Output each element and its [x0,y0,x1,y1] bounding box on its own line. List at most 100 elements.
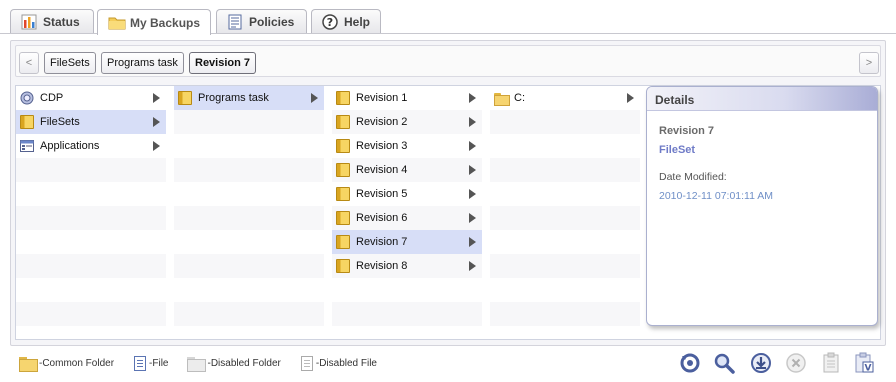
row-stripe [490,110,640,134]
common-folder-icon [18,355,38,372]
tab-my-backups[interactable]: My Backups [97,9,211,35]
clipboard-icon[interactable] [820,352,842,374]
search-icon[interactable] [713,352,735,374]
browser-column-revision-contents: C: [490,86,640,339]
delete-icon[interactable] [785,352,807,374]
folder-icon [20,115,34,129]
row-stripe [16,206,166,230]
breadcrumb-item-revision[interactable]: Revision 7 [189,52,257,74]
row-stripe [174,302,324,326]
details-item-type: FileSet [659,144,696,156]
folder-icon [336,115,350,129]
legend-common-folder: -Common Folder [18,355,115,372]
list-item-revision-7[interactable]: Revision 7 [332,230,482,254]
tab-status[interactable]: Status [10,9,94,34]
list-item-programs-task[interactable]: Programs task [174,86,324,110]
expand-arrow-icon [469,237,476,247]
expand-arrow-icon [469,165,476,175]
expand-arrow-icon [311,93,318,103]
question-icon: ? [322,14,338,30]
details-date-label: Date Modified: [659,171,727,183]
row-stripe [490,158,640,182]
list-item-applications[interactable]: Applications [16,134,166,158]
cdp-icon [20,91,34,105]
folder-icon [336,187,350,201]
disabled-folder-icon [186,355,207,372]
expand-arrow-icon [469,213,476,223]
legend-label: -Common Folder [39,357,115,369]
legend-label: -Disabled File [315,357,377,369]
backups-panel: < FileSets Programs task Revision 7 > CD… [10,40,886,346]
list-item-label: Revision 8 [356,260,408,272]
verify-icon[interactable]: V [853,352,875,374]
row-stripe [174,110,324,134]
list-item-label: FileSets [40,116,80,128]
list-item-label: Revision 4 [356,164,408,176]
tab-bar: Status My Backups Policies ? Help [0,0,896,35]
expand-arrow-icon [469,117,476,127]
expand-arrow-icon [627,93,634,103]
list-item-revision-4[interactable]: Revision 4 [332,158,482,182]
list-item-label: Applications [40,140,100,152]
list-item-revision-8[interactable]: Revision 8 [332,254,482,278]
expand-arrow-icon [469,93,476,103]
details-panel: Details Revision 7 FileSet Date Modified… [646,86,878,326]
folder-icon [336,91,350,105]
document-icon [227,14,243,30]
row-stripe [490,302,640,326]
list-item-label: Revision 1 [356,92,408,104]
list-item-drive-c[interactable]: C: [490,86,640,110]
list-item-cdp[interactable]: CDP [16,86,166,110]
browser-column-root: CDP FileSets Applications [16,86,166,339]
folder-icon [336,235,350,249]
row-stripe [490,254,640,278]
list-item-label: CDP [40,92,64,104]
list-item-label: C: [514,92,525,104]
breadcrumb-prev-button[interactable]: < [19,52,39,74]
list-item-label: Programs task [198,92,269,104]
folder-icon [336,139,350,153]
list-item-revision-2[interactable]: Revision 2 [332,110,482,134]
expand-arrow-icon [469,141,476,151]
row-stripe [490,206,640,230]
list-item-label: Revision 6 [356,212,408,224]
details-date-value: 2010-12-11 07:01:11 AM [659,190,774,202]
restore-icon[interactable] [679,352,701,374]
list-item-label: Revision 2 [356,116,408,128]
list-item-revision-6[interactable]: Revision 6 [332,206,482,230]
tab-my-backups-label: My Backups [130,15,201,30]
list-item-label: Revision 5 [356,188,408,200]
folder-icon [178,91,192,105]
list-item-filesets[interactable]: FileSets [16,110,166,134]
legend-file: -File [132,355,168,371]
details-header: Details [647,87,877,111]
folder-icon [336,163,350,177]
row-stripe [174,158,324,182]
expand-arrow-icon [153,93,160,103]
row-stripe [332,302,482,326]
legend-disabled-file: -Disabled File [299,355,377,371]
file-icon [134,355,147,371]
row-stripe [16,302,166,326]
breadcrumb: < FileSets Programs task Revision 7 > [15,45,881,77]
legend-disabled-folder: -Disabled Folder [186,355,281,372]
tab-policies-label: Policies [249,15,295,29]
list-item-revision-1[interactable]: Revision 1 [332,86,482,110]
legend: -Common Folder -File -Disabled Folder -D… [18,354,395,372]
breadcrumb-item-programs-task[interactable]: Programs task [101,52,184,74]
browser-column-filesets: Programs task [174,86,324,339]
list-item-revision-5[interactable]: Revision 5 [332,182,482,206]
expand-arrow-icon [469,189,476,199]
breadcrumb-next-button[interactable]: > [859,52,879,74]
download-icon[interactable] [750,352,772,374]
list-item-revision-3[interactable]: Revision 3 [332,134,482,158]
breadcrumb-item-filesets[interactable]: FileSets [44,52,96,74]
list-item-label: Revision 3 [356,140,408,152]
tab-policies[interactable]: Policies [216,9,307,34]
row-stripe [174,206,324,230]
tab-help[interactable]: ? Help [311,9,381,34]
row-stripe [174,254,324,278]
applications-icon [20,139,34,153]
folder-icon [336,259,350,273]
expand-arrow-icon [153,141,160,151]
